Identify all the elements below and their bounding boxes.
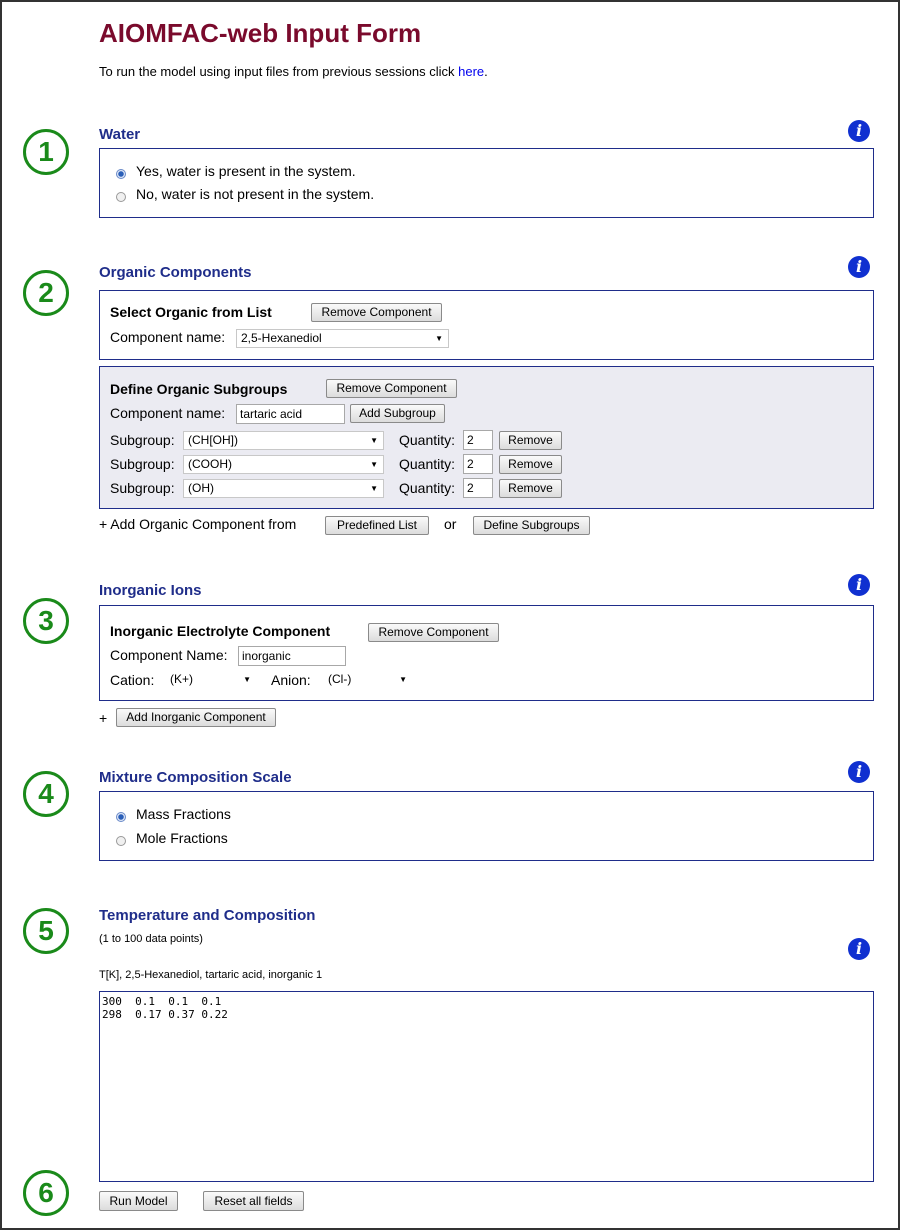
add-subgroup-button[interactable]: Add Subgroup: [350, 404, 445, 423]
water-yes-label: Yes, water is present in the system.: [136, 163, 356, 179]
previous-sessions-link[interactable]: here: [458, 64, 484, 79]
subgroup-value: (CH[OH]): [188, 433, 238, 447]
mole-fractions-radio[interactable]: [116, 836, 126, 846]
temperature-info-icon[interactable]: i: [848, 938, 870, 960]
add-inorganic-plus: +: [99, 710, 108, 726]
select-organic-heading: Select Organic from List: [110, 304, 272, 320]
step-1-badge: 1: [23, 129, 69, 175]
cation-select[interactable]: (K+) ▼: [166, 671, 256, 690]
remove-component-button[interactable]: Remove Component: [326, 379, 457, 398]
intro-suffix: .: [484, 64, 488, 79]
water-options-box: Yes, water is present in the system. No,…: [99, 148, 874, 218]
organic-section-title: Organic Components: [99, 264, 252, 281]
remove-subgroup-button[interactable]: Remove: [499, 431, 562, 450]
mixture-options-box: Mass Fractions Mole Fractions: [99, 791, 874, 861]
inorganic-section-title: Inorganic Ions: [99, 582, 202, 599]
define-subgroups-button[interactable]: Define Subgroups: [473, 516, 590, 535]
organic-component-select[interactable]: 2,5-Hexanediol ▼: [236, 329, 449, 348]
step-3-badge: 3: [23, 598, 69, 644]
quantity-input[interactable]: 2: [463, 454, 493, 474]
water-yes-radio[interactable]: [116, 169, 126, 179]
subgroup-label: Subgroup:: [110, 456, 175, 472]
mixture-info-icon[interactable]: i: [848, 761, 870, 783]
component-name-input[interactable]: tartaric acid: [236, 404, 345, 424]
step-5-badge: 5: [23, 908, 69, 954]
mass-fractions-radio[interactable]: [116, 812, 126, 822]
add-inorganic-button[interactable]: Add Inorganic Component: [116, 708, 276, 727]
cation-value: (K+): [170, 672, 194, 686]
organic-component-value: 2,5-Hexanediol: [241, 331, 322, 345]
temperature-section-title: Temperature and Composition: [99, 907, 316, 924]
intro-prefix: To run the model using input files from …: [99, 64, 459, 79]
reset-fields-button[interactable]: Reset all fields: [203, 1191, 304, 1211]
subgroup-select[interactable]: (OH) ▼: [183, 479, 384, 498]
subgroup-label: Subgroup:: [110, 480, 175, 496]
step-4-badge: 4: [23, 771, 69, 817]
water-no-radio[interactable]: [116, 192, 126, 202]
water-info-icon[interactable]: i: [848, 120, 870, 142]
organic-info-icon[interactable]: i: [848, 256, 870, 278]
inorganic-heading: Inorganic Electrolyte Component: [110, 623, 331, 639]
chevron-down-icon: ▼: [370, 436, 378, 445]
chevron-down-icon: ▼: [370, 484, 378, 493]
mass-fractions-label: Mass Fractions: [136, 806, 231, 822]
cation-label: Cation:: [110, 672, 155, 688]
anion-label: Anion:: [271, 672, 311, 688]
remove-subgroup-button[interactable]: Remove: [499, 479, 562, 498]
inorganic-component-box: Inorganic Electrolyte Component Remove C…: [99, 605, 874, 701]
define-subgroups-box: Define Organic Subgroups Remove Componen…: [99, 366, 874, 509]
composition-textarea[interactable]: 300 0.1 0.1 0.1 298 0.17 0.37 0.22: [99, 991, 874, 1182]
subgroup-label: Subgroup:: [110, 432, 175, 448]
page-frame: AIOMFAC-web Input Form To run the model …: [0, 0, 900, 1230]
subgroup-value: (COOH): [188, 457, 232, 471]
step-6-badge: 6: [23, 1170, 69, 1216]
or-text: or: [444, 516, 457, 532]
anion-value: (Cl-): [328, 672, 352, 686]
quantity-input[interactable]: 2: [463, 430, 493, 450]
data-points-note: (1 to 100 data points): [99, 933, 203, 945]
predefined-list-button[interactable]: Predefined List: [325, 516, 429, 535]
water-section-title: Water: [99, 126, 141, 143]
component-name-label: Component name:: [110, 405, 226, 421]
step-2-badge: 2: [23, 270, 69, 316]
quantity-label: Quantity:: [399, 432, 456, 448]
subgroup-value: (OH): [188, 481, 214, 495]
chevron-down-icon: ▼: [435, 334, 443, 343]
mole-fractions-label: Mole Fractions: [136, 830, 228, 846]
water-no-label: No, water is not present in the system.: [136, 186, 375, 202]
page-title: AIOMFAC-web Input Form: [99, 18, 422, 48]
chevron-down-icon: ▼: [243, 675, 251, 684]
subgroup-select[interactable]: (CH[OH]) ▼: [183, 431, 384, 450]
columns-header-text: T[K], 2,5-Hexanediol, tartaric acid, ino…: [99, 969, 323, 981]
subgroup-select[interactable]: (COOH) ▼: [183, 455, 384, 474]
quantity-input[interactable]: 2: [463, 478, 493, 498]
remove-component-button[interactable]: Remove Component: [311, 303, 442, 322]
chevron-down-icon: ▼: [399, 675, 407, 684]
component-name-label: Component name:: [110, 329, 226, 345]
quantity-label: Quantity:: [399, 480, 456, 496]
inorganic-name-label: Component Name:: [110, 647, 228, 663]
anion-select[interactable]: (Cl-) ▼: [324, 671, 412, 690]
intro-text: To run the model using input files from …: [99, 64, 488, 79]
mixture-section-title: Mixture Composition Scale: [99, 769, 292, 786]
define-subgroups-heading: Define Organic Subgroups: [110, 381, 288, 397]
add-organic-text: + Add Organic Component from: [99, 516, 297, 532]
quantity-label: Quantity:: [399, 456, 456, 472]
select-organic-box: Select Organic from List Remove Componen…: [99, 290, 874, 360]
chevron-down-icon: ▼: [370, 460, 378, 469]
inorganic-name-input[interactable]: inorganic: [238, 646, 346, 666]
inorganic-info-icon[interactable]: i: [848, 574, 870, 596]
run-model-button[interactable]: Run Model: [99, 1191, 178, 1211]
remove-subgroup-button[interactable]: Remove: [499, 455, 562, 474]
remove-inorganic-button[interactable]: Remove Component: [368, 623, 499, 642]
